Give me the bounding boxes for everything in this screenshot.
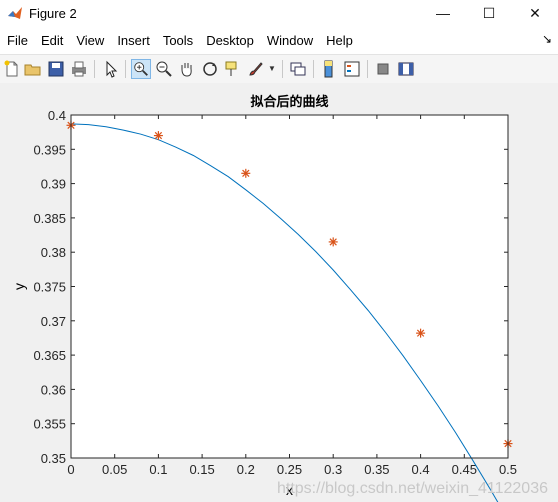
link-plot-icon[interactable] (288, 59, 308, 79)
minimize-button[interactable]: — (420, 0, 466, 26)
y-tick-label: 0.39 (41, 177, 66, 192)
x-tick-label: 0.3 (324, 462, 342, 477)
data-point-marker[interactable] (328, 237, 338, 247)
new-figure-icon[interactable] (2, 59, 22, 79)
x-tick-label: 0.15 (189, 462, 214, 477)
data-point-marker[interactable] (241, 168, 251, 178)
show-plot-tools-icon[interactable] (396, 59, 416, 79)
menu-view[interactable]: View (76, 33, 104, 48)
toolbar-separator (94, 60, 95, 78)
y-axis-label: y (11, 283, 27, 290)
y-tick-label: 0.36 (41, 382, 66, 397)
y-tick-label: 0.385 (33, 211, 66, 226)
figure-area: 0 0.05 0.1 0.15 0.2 0.25 0.3 0.35 0.4 0.45 0.5 0.35… (0, 83, 558, 502)
pan-hand-icon[interactable] (177, 59, 197, 79)
y-tick-label: 0.38 (41, 245, 66, 260)
close-button[interactable]: ✕ (512, 0, 558, 26)
data-cursor-icon[interactable] (223, 59, 243, 79)
data-point-marker[interactable] (416, 328, 426, 338)
y-tick-label: 0.35 (41, 451, 66, 466)
y-tick-label: 0.37 (41, 314, 66, 329)
menu-file[interactable]: File (7, 33, 28, 48)
x-tick-label: 0 (67, 462, 74, 477)
menu-bar: File Edit View Insert Tools Desktop Wind… (0, 28, 558, 52)
rotate-3d-icon[interactable] (200, 59, 220, 79)
brush-dropdown-arrow-icon[interactable]: ▼ (268, 64, 276, 73)
menu-window[interactable]: Window (267, 33, 313, 48)
zoom-out-icon[interactable] (154, 59, 174, 79)
toolbar-separator (125, 60, 126, 78)
save-icon[interactable] (46, 59, 66, 79)
menu-desktop[interactable]: Desktop (206, 33, 254, 48)
toolbar-separator (313, 60, 314, 78)
plot-canvas[interactable]: 0 0.05 0.1 0.15 0.2 0.25 0.3 0.35 0.4 0.45 0.5 0.35… (0, 83, 558, 502)
window-title: Figure 2 (29, 5, 77, 21)
y-tick-label: 0.365 (33, 348, 66, 363)
menu-tools[interactable]: Tools (163, 33, 193, 48)
x-tick-label: 0.4 (412, 462, 430, 477)
window-controls: — ☐ ✕ (420, 0, 558, 26)
x-tick-label: 0.1 (149, 462, 167, 477)
toolbar-separator (367, 60, 368, 78)
axes-background[interactable] (71, 115, 508, 458)
colorbar-icon[interactable] (319, 59, 339, 79)
watermark-text: https://blog.csdn.net/weixin_41122036 (276, 480, 548, 497)
hide-plot-tools-icon[interactable] (373, 59, 393, 79)
menu-dock-arrow-icon[interactable]: ↘ (542, 32, 552, 46)
x-tick-label: 0.5 (499, 462, 517, 477)
x-tick-label: 0.25 (277, 462, 302, 477)
menu-insert[interactable]: Insert (117, 33, 150, 48)
x-tick-label: 0.2 (237, 462, 255, 477)
legend-icon[interactable] (342, 59, 362, 79)
y-tick-label: 0.4 (48, 108, 66, 123)
title-bar: Figure 2 — ☐ ✕ (0, 0, 558, 26)
x-tick-label: 0.45 (452, 462, 477, 477)
menu-edit[interactable]: Edit (41, 33, 63, 48)
matlab-logo-icon (8, 7, 22, 19)
menu-help[interactable]: Help (326, 33, 353, 48)
y-tick-label: 0.375 (33, 280, 66, 295)
x-tick-label: 0.35 (364, 462, 389, 477)
brush-icon[interactable] (246, 59, 266, 79)
print-icon[interactable] (69, 59, 89, 79)
maximize-button[interactable]: ☐ (466, 0, 512, 26)
data-point-marker[interactable] (153, 131, 163, 141)
zoom-in-icon[interactable] (131, 59, 151, 79)
y-tick-label: 0.395 (33, 142, 66, 157)
y-tick-label: 0.355 (33, 417, 66, 432)
toolbar-separator (282, 60, 283, 78)
open-file-icon[interactable] (23, 59, 43, 79)
pointer-icon[interactable] (100, 59, 120, 79)
figure-toolbar: ▼ (0, 54, 558, 84)
x-tick-label: 0.05 (102, 462, 127, 477)
chart-title: 拟合后的曲线 (250, 94, 328, 110)
